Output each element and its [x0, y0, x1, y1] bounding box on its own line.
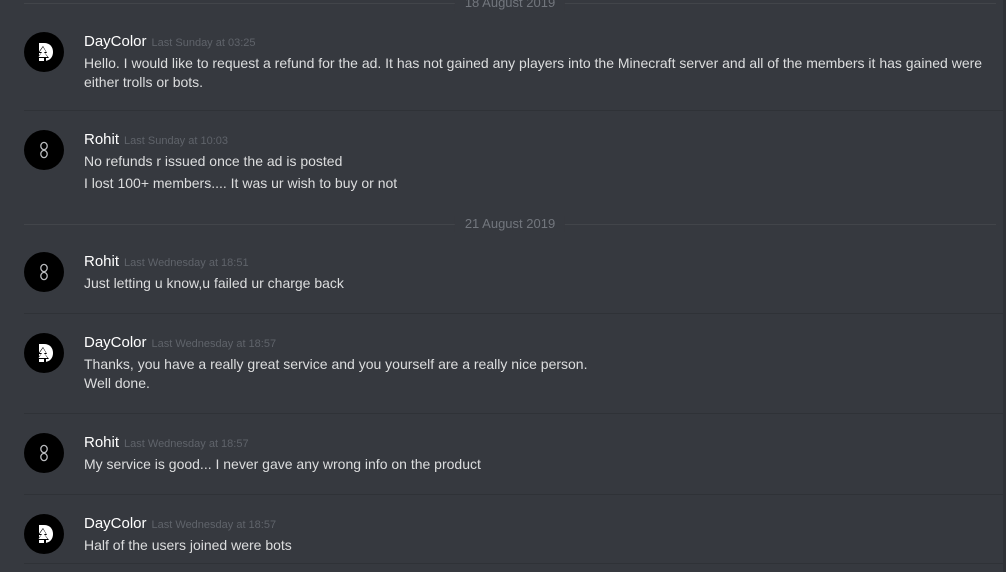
username[interactable]: Rohit: [84, 253, 119, 270]
message-text: My service is good... I never gave any w…: [84, 456, 481, 472]
message-content: Rohit Last Sunday at 10:03 No refunds r i…: [84, 130, 990, 193]
message-header: DayColor Last Wednesday at 18:57: [84, 333, 990, 353]
date-divider: 21 August 2019: [24, 216, 996, 232]
date-divider-label: 21 August 2019: [454, 216, 566, 232]
message-separator: [24, 110, 1006, 111]
daycolor-logo-icon: [37, 344, 53, 362]
message-content: Rohit Last Wednesday at 18:57 My service …: [84, 433, 990, 474]
rohit-logo-icon: [40, 444, 48, 462]
message-text: No refunds r issued once the ad is poste…: [84, 153, 343, 169]
avatar-daycolor[interactable]: [24, 333, 64, 373]
message-text: Just letting u know,u failed ur charge b…: [84, 275, 344, 291]
message-header: Rohit Last Wednesday at 18:57: [84, 433, 990, 453]
message-text: Well done.: [84, 375, 150, 391]
message-timestamp: Last Wednesday at 18:57: [151, 519, 277, 531]
message-text: either trolls or bots.: [84, 74, 204, 90]
daycolor-logo-icon: [37, 525, 53, 543]
avatar-rohit[interactable]: [24, 433, 64, 473]
message-header: DayColor Last Sunday at 03:25: [84, 32, 990, 52]
chat-messages-area: 18 August 2019 DayColor Last Sunday at 03…: [0, 0, 1006, 572]
avatar-rohit[interactable]: [24, 130, 64, 170]
message-separator: [24, 413, 1006, 414]
daycolor-logo-icon: [37, 43, 53, 61]
message-header: Rohit Last Wednesday at 18:51: [84, 252, 990, 272]
avatar-rohit[interactable]: [24, 252, 64, 292]
date-divider-label: 18 August 2019: [454, 0, 566, 11]
rohit-logo-icon: [40, 263, 48, 281]
message-timestamp: Last Sunday at 10:03: [124, 135, 228, 147]
rohit-logo-icon: [40, 141, 48, 159]
message-timestamp: Last Sunday at 03:25: [151, 37, 256, 49]
message-text: Half of the users joined were bots: [84, 537, 292, 553]
message-timestamp: Last Wednesday at 18:57: [151, 338, 277, 350]
message-header: DayColor Last Wednesday at 18:57: [84, 514, 990, 534]
message-separator: [24, 563, 1006, 564]
message-separator: [24, 313, 1006, 314]
username[interactable]: DayColor: [84, 33, 147, 50]
message-content: DayColor Last Wednesday at 18:57 Thanks, …: [84, 333, 990, 393]
username[interactable]: DayColor: [84, 515, 147, 532]
message-content: DayColor Last Wednesday at 18:57 Half of …: [84, 514, 990, 555]
message-timestamp: Last Wednesday at 18:51: [124, 257, 249, 269]
username[interactable]: Rohit: [84, 434, 119, 451]
avatar-daycolor[interactable]: [24, 32, 64, 72]
username[interactable]: DayColor: [84, 334, 147, 351]
message-text: Hello. I would like to request a refund …: [84, 55, 983, 71]
message-text: I lost 100+ members.... It was ur wish t…: [84, 175, 398, 191]
avatar-daycolor[interactable]: [24, 514, 64, 554]
message-content: Rohit Last Wednesday at 18:51 Just lettin…: [84, 252, 990, 293]
date-divider: 18 August 2019: [24, 0, 996, 11]
message-text: Thanks, you have a really great service …: [84, 356, 588, 372]
message-header: Rohit Last Sunday at 10:03: [84, 130, 990, 150]
message-separator: [24, 494, 1006, 495]
username[interactable]: Rohit: [84, 131, 119, 148]
message-timestamp: Last Wednesday at 18:57: [124, 438, 249, 450]
message-content: DayColor Last Sunday at 03:25 Hello. I wo…: [84, 32, 990, 92]
